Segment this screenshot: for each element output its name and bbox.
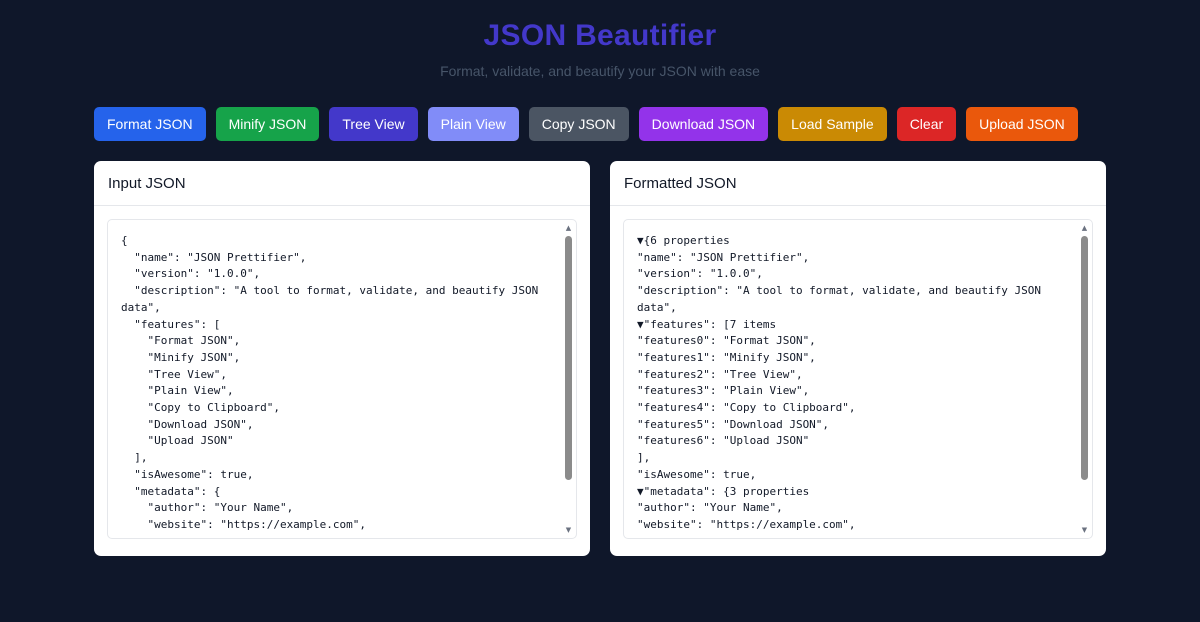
scroll-down-arrow-icon[interactable]: ▼ bbox=[563, 524, 574, 536]
output-panel-title: Formatted JSON bbox=[610, 161, 1106, 206]
load-sample-button[interactable]: Load Sample bbox=[778, 107, 887, 141]
toolbar: Format JSON Minify JSON Tree View Plain … bbox=[94, 107, 1078, 141]
scroll-up-arrow-icon[interactable]: ▲ bbox=[1079, 222, 1090, 234]
format-json-button[interactable]: Format JSON bbox=[94, 107, 206, 141]
upload-json-button[interactable]: Upload JSON bbox=[966, 107, 1078, 141]
scroll-down-arrow-icon[interactable]: ▼ bbox=[1079, 524, 1090, 536]
copy-json-button[interactable]: Copy JSON bbox=[528, 107, 629, 141]
page-header: JSON Beautifier Format, validate, and be… bbox=[0, 18, 1200, 80]
input-panel: Input JSON { "name": "JSON Prettifier", … bbox=[94, 161, 590, 556]
formatted-json-text: ▼{6 properties "name": "JSON Prettifier"… bbox=[637, 234, 1041, 531]
plain-view-button[interactable]: Plain View bbox=[427, 107, 519, 141]
clear-button[interactable]: Clear bbox=[896, 107, 957, 141]
tree-view-button[interactable]: Tree View bbox=[329, 107, 418, 141]
scrollbar-thumb[interactable] bbox=[1081, 236, 1088, 480]
input-json-editor[interactable]: { "name": "JSON Prettifier", "version": … bbox=[107, 219, 577, 539]
download-json-button[interactable]: Download JSON bbox=[638, 107, 769, 141]
output-scrollbar[interactable]: ▲ ▼ bbox=[1079, 222, 1090, 536]
scroll-up-arrow-icon[interactable]: ▲ bbox=[563, 222, 574, 234]
minify-json-button[interactable]: Minify JSON bbox=[215, 107, 320, 141]
input-panel-title: Input JSON bbox=[94, 161, 590, 206]
page-subtitle: Format, validate, and beautify your JSON… bbox=[440, 63, 760, 79]
page-title: JSON Beautifier bbox=[483, 19, 717, 52]
formatted-json-viewer: ▼{6 properties "name": "JSON Prettifier"… bbox=[623, 219, 1093, 539]
output-panel: Formatted JSON ▼{6 properties "name": "J… bbox=[610, 161, 1106, 556]
input-json-text[interactable]: { "name": "JSON Prettifier", "version": … bbox=[121, 233, 559, 534]
scrollbar-thumb[interactable] bbox=[565, 236, 572, 480]
input-scrollbar[interactable]: ▲ ▼ bbox=[563, 222, 574, 536]
